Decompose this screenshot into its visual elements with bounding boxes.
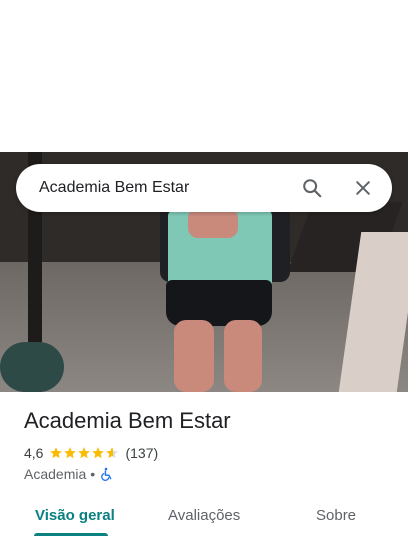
tab-reviews[interactable]: Avaliações	[168, 492, 240, 538]
place-title: Academia Bem Estar	[24, 408, 231, 433]
category-label: Academia	[24, 466, 87, 482]
tab-bar: Visão geral Avaliações Sobre	[0, 492, 408, 544]
star-half-icon	[106, 447, 119, 459]
tab-about[interactable]: Sobre	[316, 492, 356, 538]
photo-person-hands	[188, 208, 238, 238]
close-button[interactable]	[351, 176, 375, 200]
wheelchair-icon	[101, 467, 112, 481]
active-tab-indicator	[34, 533, 108, 536]
rating-value: 4,6	[24, 445, 44, 461]
search-bar[interactable]: Academia Bem Estar	[16, 164, 392, 212]
review-count: (137)	[125, 445, 159, 461]
photo-person-shorts	[166, 280, 272, 326]
photo-person-leg-left	[174, 320, 214, 392]
close-icon	[356, 181, 370, 195]
tab-overview[interactable]: Visão geral	[35, 492, 115, 538]
rating-row[interactable]: 4,6 (137)	[24, 444, 158, 462]
separator: •	[90, 466, 96, 482]
search-button[interactable]	[300, 176, 324, 200]
star-icon	[78, 447, 91, 459]
star-icon	[92, 447, 105, 459]
search-input[interactable]: Academia Bem Estar	[39, 179, 300, 197]
photo-person-leg-right	[224, 320, 262, 392]
star-icon	[50, 447, 63, 459]
search-icon	[303, 179, 322, 198]
category-row: Academia •	[24, 465, 113, 483]
rating-stars	[49, 446, 119, 460]
photo-rope	[0, 342, 64, 392]
star-icon	[64, 447, 77, 459]
